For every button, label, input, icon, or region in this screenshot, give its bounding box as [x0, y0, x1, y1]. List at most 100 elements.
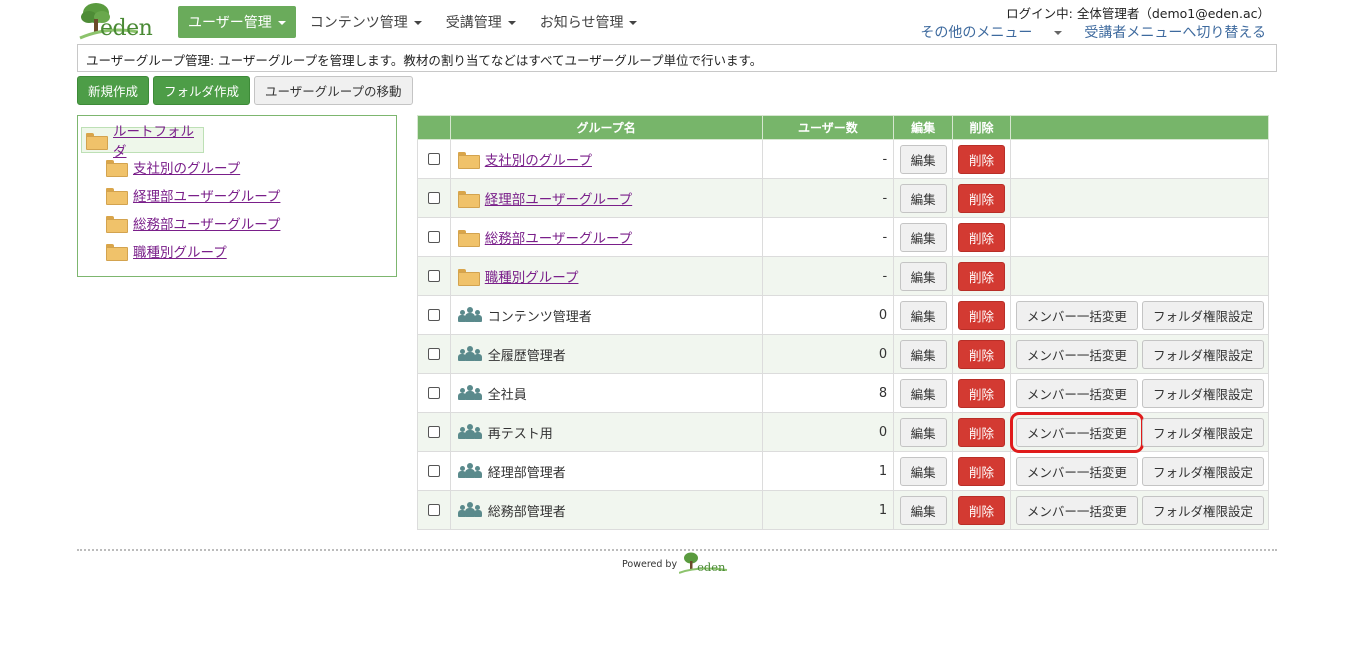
tree-item-label[interactable]: 経理部ユーザーグループ	[133, 185, 280, 205]
group-name-wrap: 全履歴管理者	[457, 345, 762, 364]
options-cell: メンバー一括変更 フォルダ権限設定	[1009, 490, 1270, 530]
edit-cell: 編集	[893, 334, 954, 374]
group-name-wrap: 経理部管理者	[457, 462, 762, 481]
row-checkbox[interactable]	[427, 309, 440, 321]
group-name-wrap: 経理部ユーザーグループ	[457, 188, 762, 208]
delete-button[interactable]: 削除	[957, 222, 1005, 252]
delete-header: 削除	[952, 115, 1011, 140]
row-checkbox[interactable]	[427, 465, 440, 477]
edit-button[interactable]: 編集	[899, 456, 947, 486]
nav-course-management[interactable]: 受講管理	[436, 6, 526, 38]
users-group-icon	[457, 502, 482, 518]
folder-icon	[106, 243, 128, 261]
nav-content-management[interactable]: コンテンツ管理	[300, 6, 432, 38]
group-name-link[interactable]: 支社別のグループ	[485, 149, 592, 169]
tree-root-label[interactable]: ルートフォルダ	[113, 120, 203, 160]
select-cell	[417, 295, 451, 335]
delete-button[interactable]: 削除	[957, 417, 1005, 447]
edit-button[interactable]: 編集	[899, 495, 947, 525]
bulk-member-change-button[interactable]: メンバー一括変更	[1015, 456, 1138, 486]
nav-notice-management[interactable]: お知らせ管理	[530, 6, 648, 38]
options-cell	[1009, 139, 1270, 179]
row-checkbox[interactable]	[427, 231, 440, 243]
delete-cell: 削除	[952, 295, 1011, 335]
edit-button[interactable]: 編集	[899, 300, 947, 330]
options-cell	[1009, 217, 1270, 257]
delete-button[interactable]: 削除	[957, 144, 1005, 174]
other-menu-dropdown[interactable]: その他のメニュー	[898, 22, 1063, 42]
folder-permission-button[interactable]: フォルダ権限設定	[1141, 456, 1264, 486]
delete-button[interactable]: 削除	[957, 378, 1005, 408]
bulk-member-change-button[interactable]: メンバー一括変更	[1015, 339, 1138, 369]
edit-button[interactable]: 編集	[899, 378, 947, 408]
row-checkbox[interactable]	[427, 348, 440, 360]
options-cell: メンバー一括変更 フォルダ権限設定	[1009, 451, 1270, 491]
row-checkbox[interactable]	[427, 426, 440, 438]
select-cell	[417, 217, 451, 257]
nav-user-management[interactable]: ユーザー管理	[178, 6, 296, 38]
tree-item[interactable]: 経理部ユーザーグループ	[106, 184, 280, 206]
group-name-link[interactable]: 経理部ユーザーグループ	[485, 188, 632, 208]
options-wrap: メンバー一括変更 フォルダ権限設定	[1015, 378, 1268, 408]
table-row: 経理部ユーザーグループ - 編集 削除	[417, 178, 1270, 218]
edit-button[interactable]: 編集	[899, 339, 947, 369]
folder-permission-button[interactable]: フォルダ権限設定	[1141, 300, 1264, 330]
tree-item-label[interactable]: 支社別のグループ	[133, 157, 240, 177]
folder-permission-button[interactable]: フォルダ権限設定	[1141, 417, 1264, 447]
delete-cell: 削除	[952, 217, 1011, 257]
user-count-cell: 0	[761, 295, 895, 335]
folder-permission-button[interactable]: フォルダ権限設定	[1141, 339, 1264, 369]
tree-item[interactable]: 総務部ユーザーグループ	[106, 212, 280, 234]
edit-button[interactable]: 編集	[899, 183, 947, 213]
caret-down-icon	[277, 21, 286, 25]
footer-logo: eden	[679, 552, 729, 576]
folder-permission-button[interactable]: フォルダ権限設定	[1141, 495, 1264, 525]
move-group-button[interactable]: ユーザーグループの移動	[254, 76, 413, 105]
group-name-text: 再テスト用	[487, 426, 553, 442]
select-cell	[417, 139, 451, 179]
edit-button[interactable]: 編集	[899, 222, 947, 252]
row-checkbox[interactable]	[427, 192, 440, 204]
edit-button[interactable]: 編集	[899, 417, 947, 447]
group-name-wrap: 総務部管理者	[457, 501, 762, 520]
delete-button[interactable]: 削除	[957, 183, 1005, 213]
tree-item[interactable]: 支社別のグループ	[106, 156, 240, 178]
new-button[interactable]: 新規作成	[77, 76, 150, 105]
tree-root-folder[interactable]: ルートフォルダ	[81, 124, 204, 160]
edit-button[interactable]: 編集	[899, 144, 947, 174]
eden-logo[interactable]: eden	[78, 2, 170, 42]
group-name-cell: 経理部管理者	[449, 451, 763, 491]
group-name-text: コンテンツ管理者	[487, 309, 592, 325]
group-table: グループ名 ユーザー数 編集 削除 支社別のグループ - 編集 削除 経理部ユーザーグル…	[417, 115, 1270, 530]
tree-item[interactable]: 職種別グループ	[106, 240, 227, 262]
caret-down-icon	[1054, 31, 1063, 35]
switch-to-learner-link[interactable]: 受講者メニューへ切り替える	[1084, 22, 1266, 42]
row-checkbox[interactable]	[427, 504, 440, 516]
row-checkbox[interactable]	[427, 270, 440, 282]
delete-button[interactable]: 削除	[957, 339, 1005, 369]
edit-button[interactable]: 編集	[899, 261, 947, 291]
create-folder-button[interactable]: フォルダ作成	[153, 76, 251, 105]
bulk-member-change-button[interactable]: メンバー一括変更	[1015, 300, 1138, 330]
group-name-link[interactable]: 職種別グループ	[485, 266, 579, 286]
row-checkbox[interactable]	[427, 387, 440, 399]
table-row: 総務部ユーザーグループ - 編集 削除	[417, 217, 1270, 257]
delete-button[interactable]: 削除	[957, 456, 1005, 486]
group-name-link[interactable]: 総務部ユーザーグループ	[485, 227, 632, 247]
delete-button[interactable]: 削除	[957, 300, 1005, 330]
group-name-wrap: コンテンツ管理者	[457, 306, 762, 325]
delete-button[interactable]: 削除	[957, 495, 1005, 525]
bulk-member-change-button[interactable]: メンバー一括変更	[1015, 495, 1138, 525]
tree-item-label[interactable]: 総務部ユーザーグループ	[133, 213, 280, 233]
bulk-member-change-button[interactable]: メンバー一括変更	[1009, 411, 1144, 453]
header-links: その他のメニュー 受講者メニューへ切り替える	[876, 22, 1266, 42]
group-name-wrap: 全社員	[457, 384, 762, 403]
delete-button[interactable]: 削除	[957, 261, 1005, 291]
folder-icon	[457, 229, 480, 247]
options-wrap: メンバー一括変更 フォルダ権限設定	[1015, 495, 1268, 525]
tree-item-label[interactable]: 職種別グループ	[133, 241, 227, 261]
bulk-member-change-button[interactable]: メンバー一括変更	[1015, 378, 1138, 408]
folder-permission-button[interactable]: フォルダ権限設定	[1141, 378, 1264, 408]
row-checkbox[interactable]	[427, 153, 440, 165]
group-name-text: 全社員	[487, 387, 527, 403]
